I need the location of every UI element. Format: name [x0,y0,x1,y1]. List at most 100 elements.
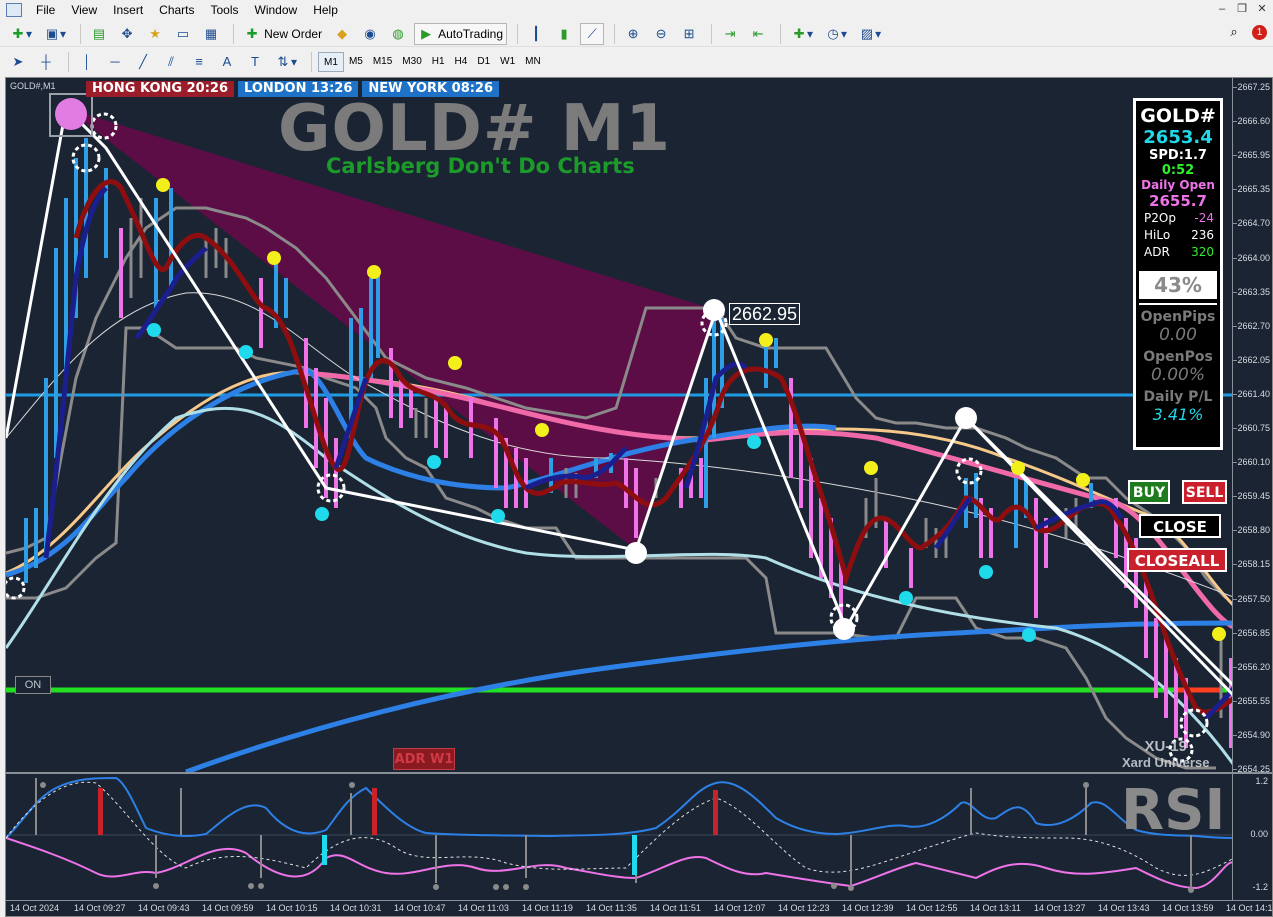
bar-chart-button[interactable]: ┃ [524,23,548,45]
session-hong-kong: HONG KONG 20:26 [86,81,235,97]
autotrading-icon: ▶ [421,25,432,41]
notification-badge[interactable]: 1 [1252,24,1267,40]
terminal-button[interactable]: ▭ [171,23,195,45]
time-tick-label: 14 Oct 10:31 [330,903,382,913]
bar-chart-icon: ┃ [532,25,540,41]
channel-button[interactable]: ⫽ [159,51,183,73]
info-row-hilo: HiLo 236 [1136,227,1220,244]
timeframe-m5[interactable]: M5 [344,52,368,72]
time-tick-label: 14 Oct 09:27 [74,903,126,913]
price-tick-label: 2660.75 [1237,423,1270,433]
price-tick [1233,769,1237,770]
periods-button[interactable]: ◷ ▾ [821,23,851,45]
price-tick-label: 2658.80 [1237,525,1270,536]
sell-button[interactable]: SELL [1182,480,1227,504]
zoom-out-button[interactable]: ⊖ [649,23,673,45]
label-button[interactable]: T [243,51,267,73]
time-tick-label: 14 Oct 14:15 [1226,903,1273,913]
indicator-toggle-button[interactable]: ON [15,676,51,694]
trendline-button[interactable]: ╱ [131,51,155,73]
chart-shift-button[interactable]: ⇥ [718,23,742,45]
daily-pl-label: Daily P/L [1143,389,1213,405]
cursor-icon: ➤ [12,54,24,69]
autoscroll-icon: ⇤ [752,25,764,41]
line-chart-button[interactable]: ⟋ [580,22,605,45]
close-icon[interactable]: ✕ [1255,2,1269,16]
crosshair-button[interactable]: ┼ [34,51,58,73]
price-tick [1233,734,1237,736]
market-watch-button[interactable]: ▤ [87,23,111,45]
long-ma-line [185,620,1237,775]
horizontal-line-button[interactable]: ─ [103,51,127,73]
candlestick-button[interactable]: ▮ [552,23,576,45]
profiles-icon: ▣ [45,25,59,41]
menu-insert[interactable]: Insert [105,0,151,20]
indicators-button[interactable]: ✚ ▾ [787,23,817,45]
subwindow-separator[interactable] [6,772,1272,774]
time-tick-label: 14 Oct 13:43 [1098,903,1150,913]
menu-view[interactable]: View [63,0,105,20]
menu-tools[interactable]: Tools [203,0,247,20]
restore-icon[interactable]: ❐ [1235,2,1249,16]
autoscroll-button[interactable]: ⇤ [746,23,770,45]
timeframe-h4[interactable]: H4 [450,52,473,72]
menu-charts[interactable]: Charts [151,0,202,20]
profiles-button[interactable]: ▣ ▾ [40,23,70,45]
info-positions-box: OpenPips 0.00 OpenPos 0.00% Daily P/L 3.… [1139,303,1217,443]
timeframe-m15[interactable]: M15 [368,52,397,72]
templates-button[interactable]: ▨ ▾ [855,23,885,45]
signals-button[interactable]: ◉ [358,23,382,45]
closeall-button[interactable]: CLOSEALL [1127,548,1227,572]
brand-watermark: XU-19 Xard Universe [1122,738,1209,770]
time-tick-label: 14 Oct 13:27 [1034,903,1086,913]
cursor-button[interactable]: ➤ [6,51,30,73]
plus-icon: ✚ [12,25,24,41]
zoom-out-icon: ⊖ [655,25,667,41]
timeframe-h1[interactable]: H1 [427,52,450,72]
timeframe-d1[interactable]: D1 [472,52,495,72]
buy-button[interactable]: BUY [1128,480,1170,504]
search-icon[interactable]: ⌕ [1226,24,1242,40]
new-order-label: New Order [264,26,323,41]
market-button[interactable]: ◍ [386,23,410,45]
metaeditor-button[interactable]: ◆ [330,23,354,45]
chart-window[interactable]: GOLD#,M1 HONG KONG 20:26 LONDON 13:26 NE… [5,77,1273,917]
brand-line-2: Xard Universe [1122,755,1210,770]
time-tick-label: 14 Oct 09:43 [138,903,190,913]
close-button[interactable]: CLOSE [1139,514,1221,538]
open-pos-value: 0.00% [1150,365,1205,385]
tile-windows-button[interactable]: ⊞ [677,23,701,45]
vertical-line-button[interactable]: │ [75,51,99,73]
price-tick-label: 2664.00 [1237,252,1270,263]
text-button[interactable]: A [215,51,239,73]
arrows-icon: ⇅ [277,54,289,69]
time-tick-label: 14 Oct 11:03 [458,903,509,913]
menu-window[interactable]: Window [247,0,306,20]
new-chart-button[interactable]: ✚ ▾ [6,23,36,45]
time-tick-label: 14 Oct 13:59 [1162,903,1214,913]
menu-help[interactable]: Help [305,0,346,20]
timeframe-w1[interactable]: W1 [495,52,520,72]
menu-file[interactable]: File [28,0,63,20]
strategy-tester-button[interactable]: ▦ [199,23,223,45]
new-order-button[interactable]: ✚ New Order [240,23,326,45]
timeframe-mn[interactable]: MN [520,52,546,72]
arrows-button[interactable]: ⇅ ▾ [271,51,301,73]
price-tick-label: 2663.35 [1237,286,1270,297]
price-tick-label: 2662.70 [1237,320,1270,331]
adr-label: ADR [1144,245,1170,259]
rsi-level-low: -1.2 [1252,882,1268,892]
time-axis[interactable]: 14 Oct 2024 14 Oct 09:27 14 Oct 09:43 14 Oc… [6,900,1273,916]
timeframe-m30[interactable]: M30 [397,52,426,72]
autotrading-button[interactable]: ▶ AutoTrading [414,22,508,45]
navigator-button[interactable]: ★ [143,23,167,45]
price-tick-label: 2657.50 [1237,593,1270,604]
timeframe-m1[interactable]: M1 [318,52,344,72]
minimize-icon[interactable]: – [1215,2,1229,16]
zoom-in-button[interactable]: ⊕ [621,23,645,45]
price-tick [1233,257,1237,259]
data-window-button[interactable]: ✥ [115,23,139,45]
adr-value: 320 [1191,245,1214,259]
fibonacci-button[interactable]: ≡ [187,51,211,73]
price-axis[interactable]: 2667.25 2666.60 2665.95 2665.35 2664.70 2664.… [1232,78,1272,774]
